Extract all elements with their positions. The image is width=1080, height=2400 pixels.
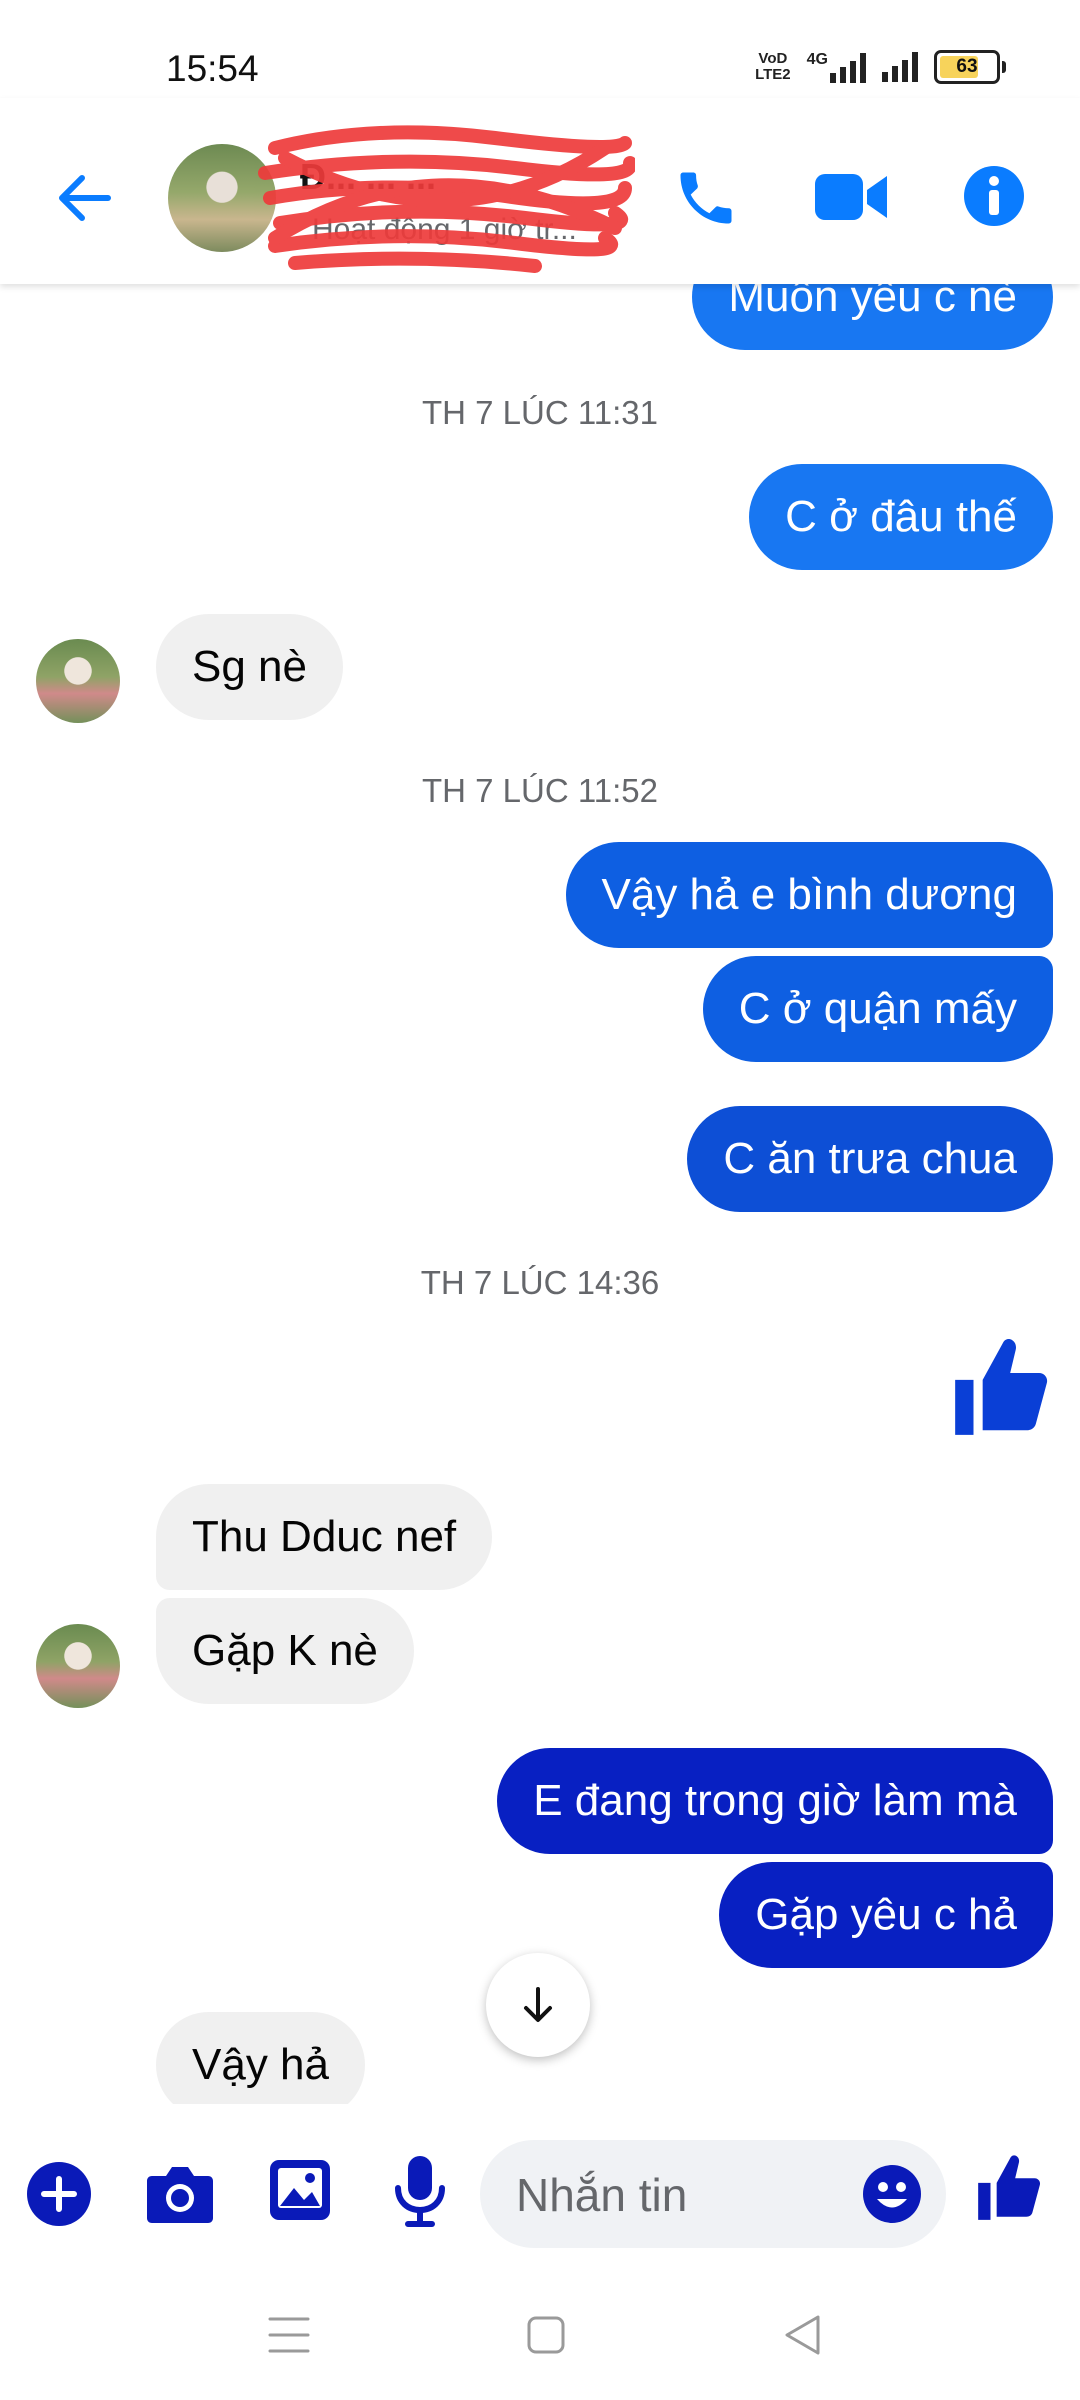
chat-header: Đ... ... ... Hoạt động 1 giờ tr...	[0, 98, 1080, 284]
scroll-to-bottom-button[interactable]	[486, 1953, 590, 2057]
sender-avatar[interactable]	[36, 639, 120, 723]
signal-4g-icon: 4G	[807, 51, 866, 83]
composer-bar: Nhắn tin	[0, 2104, 1080, 2279]
battery-level: 63	[956, 56, 978, 77]
message-list[interactable]: Muốn yêu c nè TH 7 LÚC 11:31 C ở đâu thế…	[0, 284, 1080, 2104]
emoji-icon[interactable]	[862, 2164, 922, 2224]
battery-icon: 63	[934, 50, 1006, 84]
message-input[interactable]: Nhắn tin	[480, 2140, 946, 2248]
video-camera-icon[interactable]	[815, 168, 889, 226]
sender-avatar[interactable]	[36, 1624, 120, 1708]
image-icon[interactable]	[268, 2158, 332, 2222]
volte-indicator: VoD LTE2	[755, 50, 791, 83]
system-nav-bar	[0, 2279, 1080, 2400]
message-in[interactable]: Vậy hả	[156, 2012, 365, 2104]
redaction-scribble	[258, 125, 635, 273]
status-icons: VoD LTE2 4G 63	[755, 50, 1006, 84]
message-in[interactable]: Thu Dduc nef	[156, 1484, 493, 1590]
message-out[interactable]: C ở đâu thế	[749, 464, 1053, 570]
signal-bars-icon	[882, 52, 918, 82]
message-input-placeholder: Nhắn tin	[516, 2169, 688, 2221]
camera-icon[interactable]	[146, 2162, 214, 2224]
message-out[interactable]: C ở quận mấy	[702, 956, 1053, 1062]
like-sticker-icon[interactable]	[946, 1334, 1056, 1444]
message-out[interactable]: E đang trong giờ làm mà	[497, 1748, 1053, 1854]
menu-icon[interactable]	[268, 2315, 310, 2355]
message-in[interactable]: Gặp K nè	[156, 1598, 414, 1704]
network-type: 4G	[806, 51, 828, 68]
back-triangle-icon[interactable]	[782, 2313, 822, 2357]
microphone-icon[interactable]	[392, 2154, 448, 2228]
timestamp: TH 7 LÚC 11:31	[422, 394, 658, 431]
info-icon[interactable]	[962, 164, 1026, 228]
arrow-down-icon	[524, 1987, 552, 2022]
like-icon[interactable]	[972, 2152, 1046, 2226]
phone-icon[interactable]	[672, 164, 740, 232]
back-arrow-icon[interactable]	[52, 166, 116, 230]
timestamp: TH 7 LÚC 11:52	[422, 772, 658, 809]
status-time: 15:54	[166, 48, 259, 89]
plus-icon[interactable]	[26, 2161, 92, 2227]
message-out[interactable]: Muốn yêu c nè	[692, 284, 1053, 350]
home-square-icon[interactable]	[526, 2315, 566, 2355]
message-out[interactable]: Gặp yêu c hả	[719, 1862, 1053, 1968]
message-out[interactable]: Vậy hả e bình dương	[565, 842, 1053, 948]
message-in[interactable]: Sg nè	[156, 614, 343, 720]
timestamp: TH 7 LÚC 14:36	[420, 1264, 660, 1301]
message-out[interactable]: C ăn trưa chua	[687, 1106, 1053, 1212]
